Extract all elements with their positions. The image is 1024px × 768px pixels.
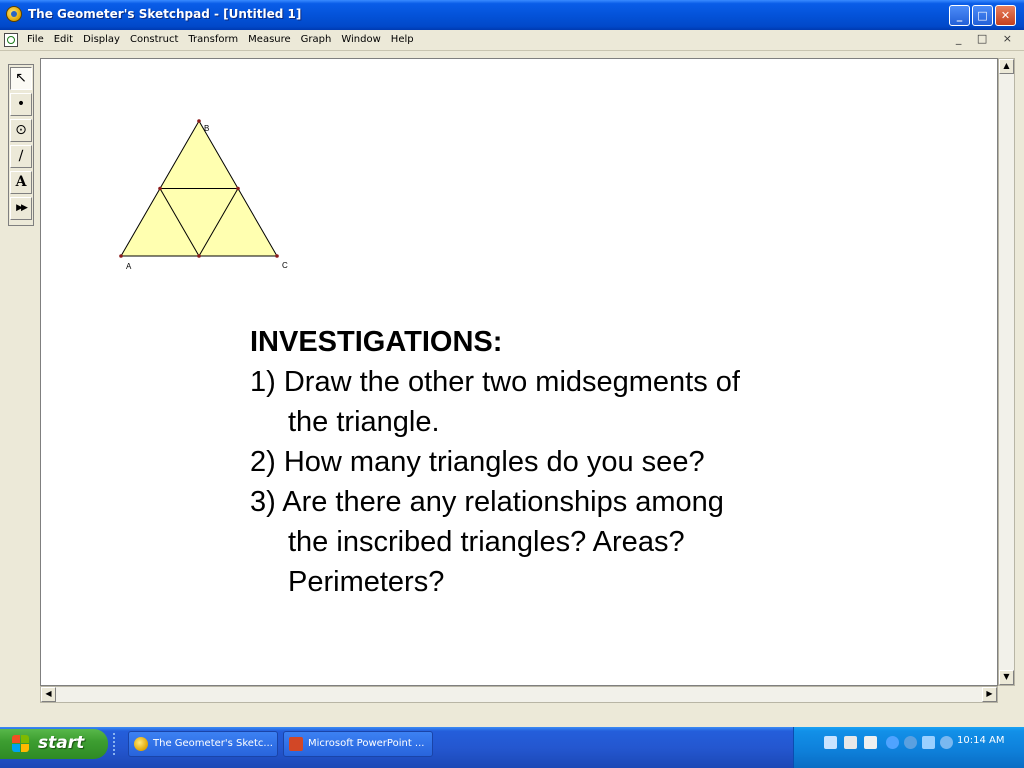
straightedge-tool-button[interactable]: ∕ [10, 145, 32, 168]
menu-construct[interactable]: Construct [125, 30, 183, 50]
title-bar[interactable]: The Geometer's Sketchpad - [Untitled 1] … [0, 0, 1024, 30]
document-icon[interactable] [4, 33, 18, 47]
question-3-line-1: 3) Are there any relationships among [250, 486, 724, 518]
menu-graph[interactable]: Graph [296, 30, 337, 50]
taskbar-button-sketchpad-label: The Geometer's Sketc... [153, 738, 273, 749]
midpoint-bc[interactable] [236, 186, 240, 191]
window-title: The Geometer's Sketchpad - [Untitled 1] [28, 7, 302, 21]
investigations-text: INVESTIGATIONS: 1) Draw the other two mi… [250, 322, 890, 602]
menu-measure[interactable]: Measure [243, 30, 296, 50]
vertical-scrollbar[interactable]: ▲ ▼ [998, 58, 1015, 686]
scroll-down-icon[interactable]: ▼ [999, 670, 1014, 685]
menu-edit[interactable]: Edit [49, 30, 78, 50]
question-1-line-2: the triangle. [288, 406, 440, 438]
system-tray: 10:14 AM [793, 727, 1024, 768]
toolbox: ↖ • ⊙ ∕ A ▶▶ [8, 64, 34, 226]
sketchpad-icon [134, 737, 148, 751]
tray-back-icon[interactable] [886, 736, 899, 749]
point-icon: • [16, 96, 26, 112]
scroll-left-icon[interactable]: ◀ [41, 687, 56, 702]
question-3-line-2: the inscribed triangles? Areas? [288, 526, 685, 558]
size-grip[interactable] [998, 686, 1015, 703]
compass-tool-button[interactable]: ⊙ [10, 119, 32, 142]
tray-volume-icon[interactable] [940, 736, 953, 749]
menu-file[interactable]: File [22, 30, 49, 50]
menu-window[interactable]: Window [336, 30, 385, 50]
quick-launch-separator [113, 733, 119, 755]
windows-logo-icon [12, 735, 30, 753]
taskbar-button-powerpoint[interactable]: Microsoft PowerPoint ... [283, 731, 433, 757]
powerpoint-icon [289, 737, 303, 751]
text-tool-button[interactable]: A [10, 171, 32, 194]
question-3: 3) Are there any relationships among the… [250, 482, 890, 602]
taskbar-button-powerpoint-label: Microsoft PowerPoint ... [308, 738, 425, 749]
clock[interactable]: 10:14 AM [957, 735, 1004, 746]
menu-help[interactable]: Help [386, 30, 419, 50]
point-c[interactable] [275, 254, 279, 258]
custom-tool-icon: ▶▶ [16, 203, 28, 213]
scroll-right-icon[interactable]: ▶ [982, 687, 997, 702]
horizontal-scrollbar[interactable]: ◀ ▶ [40, 686, 998, 703]
scroll-up-icon[interactable]: ▲ [999, 59, 1014, 74]
compass-icon: ⊙ [15, 122, 27, 138]
menu-display[interactable]: Display [78, 30, 125, 50]
investigations-heading: INVESTIGATIONS: [250, 326, 503, 358]
start-label: start [38, 733, 85, 753]
menu-bar: File Edit Display Construct Transform Me… [0, 30, 1024, 51]
taskbar: start The Geometer's Sketc... Microsoft … [0, 727, 1024, 768]
sketchpad-app-icon[interactable] [6, 6, 22, 22]
point-tool-button[interactable]: • [10, 93, 32, 116]
label-b[interactable]: B [204, 124, 209, 133]
start-button[interactable]: start [0, 729, 108, 759]
selection-arrow-icon: ↖ [15, 70, 27, 86]
straightedge-icon: ∕ [18, 148, 24, 164]
custom-tool-button[interactable]: ▶▶ [10, 197, 32, 220]
maximize-button[interactable]: □ [972, 5, 993, 26]
question-2: 2) How many triangles do you see? [250, 442, 890, 482]
question-1-line-1: 1) Draw the other two midsegments of [250, 366, 740, 398]
tray-display-icon[interactable] [922, 736, 935, 749]
label-a[interactable]: A [126, 262, 132, 271]
menu-list: File Edit Display Construct Transform Me… [22, 30, 419, 50]
taskbar-button-sketchpad[interactable]: The Geometer's Sketc... [128, 731, 278, 757]
label-c[interactable]: C [282, 261, 288, 270]
arrow-tool-button[interactable]: ↖ [10, 67, 32, 90]
tray-monitor-icon[interactable] [844, 736, 857, 749]
point-b[interactable] [197, 119, 201, 123]
minimize-button[interactable]: _ [949, 5, 970, 26]
point-a[interactable] [119, 254, 123, 258]
close-button[interactable]: ✕ [995, 5, 1016, 26]
tray-help-icon[interactable] [864, 736, 877, 749]
midpoint-ab[interactable] [158, 186, 162, 191]
tray-network-icon[interactable] [904, 736, 917, 749]
midpoint-ac[interactable] [197, 254, 201, 258]
question-2-line-1: 2) How many triangles do you see? [250, 446, 705, 478]
document-window-controls[interactable]: _ □ × [956, 32, 1018, 45]
question-1: 1) Draw the other two midsegments of the… [250, 362, 890, 442]
tray-pen-icon[interactable] [824, 736, 837, 749]
question-3-line-3: Perimeters? [288, 566, 445, 598]
text-icon: A [15, 174, 27, 190]
menu-transform[interactable]: Transform [183, 30, 243, 50]
